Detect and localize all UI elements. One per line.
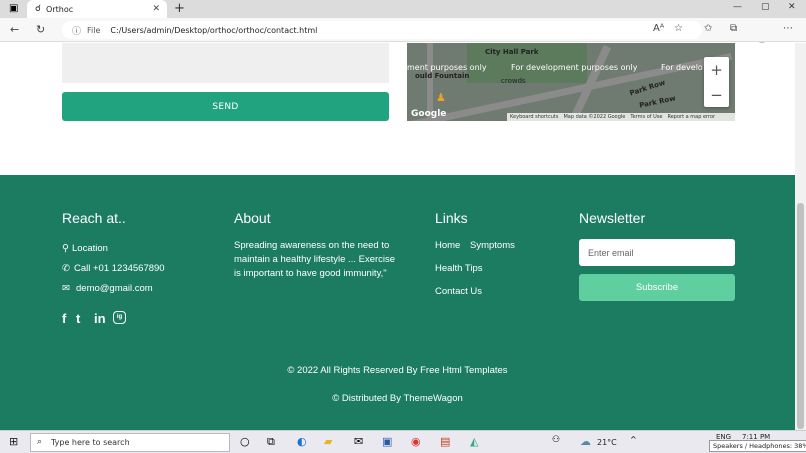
favorites-icon[interactable]: ✩ [704,23,712,34]
phone-icon: ✆ [62,263,70,274]
keyboard-shortcuts-link[interactable]: Keyboard shortcuts [510,114,558,120]
location-icon: ⚲ [62,243,69,254]
mail-icon[interactable]: ✉ [354,435,363,448]
instagram-icon[interactable]: ig [113,311,126,324]
distributed-by-text: © Distributed By ThemeWagon [332,393,463,404]
copyright-text: © 2022 All Rights Reserved By Free Html … [287,365,508,376]
google-logo[interactable]: Google [411,109,446,119]
file-label: File [87,25,101,35]
footer-link-symptoms[interactable]: Symptoms [470,240,515,251]
minimize-button[interactable]: — [733,2,742,12]
chrome-icon[interactable]: ◉ [411,435,421,448]
address-bar[interactable]: ⓘ File C:/Users/admin/Desktop/orthoc/ort… [62,21,702,39]
email-link[interactable]: demo@gmail.com [76,283,153,294]
address-bar-row: ← ↻ ⓘ File C:/Users/admin/Desktop/orthoc… [0,18,806,54]
map-zoom-control: + − [704,57,729,107]
read-aloud-icon[interactable]: Aᴬ [653,23,664,34]
page-viewport: SEND City Hall Park ould Fountain crowds… [0,43,795,430]
file-explorer-icon[interactable]: ▰ [324,435,332,448]
zoom-out-button[interactable]: − [704,82,729,107]
new-tab-button[interactable]: + [174,1,185,16]
reach-title: Reach at.. [62,210,126,226]
facebook-icon[interactable]: f [62,311,66,326]
google-map[interactable]: City Hall Park ould Fountain crowds Park… [407,43,735,121]
weather-icon[interactable]: ☁ [580,435,591,448]
refresh-icon[interactable]: ↻ [36,23,45,36]
terms-link[interactable]: Terms of Use [630,114,662,120]
about-title: About [234,210,271,226]
add-favorite-icon[interactable]: ☆ [674,23,683,34]
map-label: crowds [501,77,526,85]
send-button[interactable]: SEND [62,92,389,121]
street-view-pegman-icon[interactable]: ♟ [436,91,446,104]
email-icon: ✉ [62,283,70,294]
windows-taskbar: ⊞ ⌕ Type here to search ○ ⧉ ◐ ▰ ✉ ▣ ◉ ▤ … [0,430,806,453]
map-footer: Keyboard shortcuts Map data ©2022 Google… [507,113,735,121]
weather-temp[interactable]: 21°C [597,438,617,447]
browser-tab[interactable]: ☌ Orthoc ✕ [27,0,167,18]
task-view-icon[interactable]: ⧉ [267,435,275,449]
site-footer: Reach at.. ⚲ Location ✆ Call +01 1234567… [0,175,795,430]
twitter-icon[interactable]: t [76,311,80,326]
tab-bar: ▣ ☌ Orthoc ✕ + — ▢ ✕ [0,0,806,18]
map-watermark: For develo [661,63,703,72]
newsletter-title: Newsletter [579,210,646,226]
map-label: City Hall Park [485,48,539,56]
settings-menu-icon[interactable]: ⋯ [783,23,793,34]
page-scrollbar[interactable] [795,43,806,430]
subscribe-button[interactable]: Subscribe [579,274,735,301]
scrollbar-thumb[interactable] [797,203,804,429]
footer-link-contact[interactable]: Contact Us [435,286,482,297]
map-label: ould Fountain [415,72,470,80]
tab-title: Orthoc [46,4,74,14]
windows-start-icon[interactable]: ⊞ [9,435,18,448]
zoom-in-button[interactable]: + [704,57,729,82]
about-text: Spreading awareness on the need to maint… [234,240,396,279]
edge-browser-icon[interactable]: ◐ [297,435,307,448]
back-icon[interactable]: ← [10,23,19,36]
footer-link-home[interactable]: Home [435,240,460,251]
map-label: Park Row [638,94,677,110]
linkedin-icon[interactable]: in [94,311,106,326]
map-watermark: ment purposes only [407,63,487,72]
taskbar-search-placeholder: Type here to search [51,438,130,447]
people-icon[interactable]: ⚇ [552,435,560,445]
tab-close-icon[interactable]: ✕ [152,4,160,14]
volume-tooltip: Speakers / Headphones: 38% [709,440,806,452]
close-window-button[interactable]: ✕ [788,2,796,12]
footer-link-health-tips[interactable]: Health Tips [435,263,483,274]
location-link[interactable]: Location [72,243,108,254]
app-icon[interactable]: ▣ [382,435,392,448]
links-title: Links [435,210,468,226]
maximize-button[interactable]: ▢ [761,2,770,12]
taskbar-search-box[interactable]: ⌕ Type here to search [30,433,230,452]
collections-icon[interactable]: ⧉ [730,23,737,34]
url-text: C:/Users/admin/Desktop/orthoc/orthoc/con… [110,25,318,35]
map-data-text: Map data ©2022 Google [563,114,626,120]
info-icon[interactable]: ⓘ [72,24,81,37]
message-textarea[interactable] [62,43,389,83]
cortana-icon[interactable]: ○ [240,435,250,448]
tab-favicon-icon: ☌ [35,4,42,14]
newsletter-email-input[interactable] [579,239,735,266]
phone-link[interactable]: Call +01 1234567890 [74,263,165,274]
powerpoint-icon[interactable]: ▤ [440,435,450,448]
report-map-error-link[interactable]: Report a map error [667,114,715,120]
map-label: Park Row [628,78,667,98]
window-menu-icon[interactable]: ▣ [9,3,18,14]
show-hidden-icons[interactable]: ^ [630,435,637,444]
map-watermark: For development purposes only [511,63,638,72]
app-icon-2[interactable]: ◭ [470,435,478,448]
search-icon: ⌕ [37,437,43,447]
